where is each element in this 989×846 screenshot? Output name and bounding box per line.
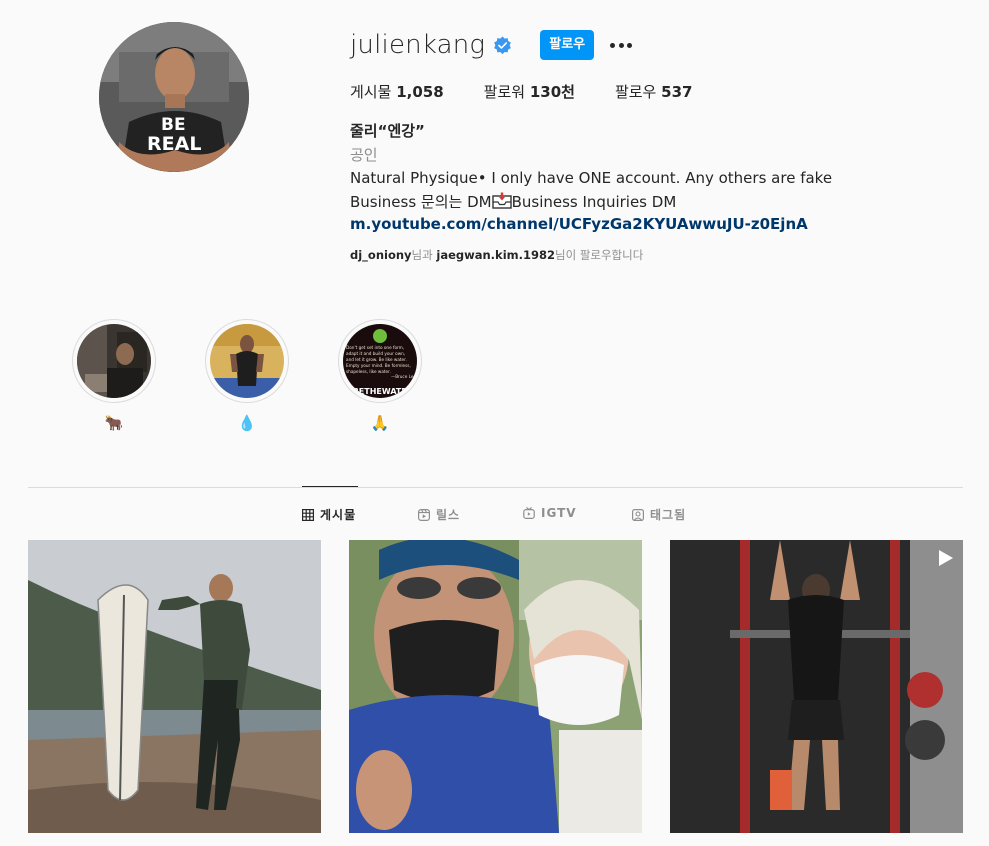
bio-line-2: Business 문의는 DM Business Inquiries DM xyxy=(350,192,970,213)
posts-stat-label: 게시물 xyxy=(350,83,392,101)
followed-by-mid: 님과 xyxy=(411,248,437,262)
highlight-cover-2 xyxy=(210,324,284,398)
followed-by-user-1[interactable]: dj_oniony xyxy=(350,248,412,262)
bio-website-link[interactable]: m.youtube.com/channel/UCFyzGa2KYUAwwuJU-… xyxy=(350,215,970,233)
tab-igtv-label: IGTV xyxy=(541,506,577,520)
reel-play-icon xyxy=(939,550,953,566)
followers-stat-label: 팔로워 xyxy=(483,83,526,101)
tab-posts-label: 게시물 xyxy=(320,508,357,522)
story-highlight-3[interactable]: Don't get set into one form, adapt it an… xyxy=(337,319,423,434)
quote-line-5: shapeless, like water. xyxy=(346,369,391,374)
tabs-divider xyxy=(28,487,963,488)
following-stat[interactable]: 팔로우 537 xyxy=(615,81,693,102)
title-row: julienkang 팔로우 xyxy=(350,26,970,64)
followers-stat[interactable]: 팔로워 130천 xyxy=(484,81,575,102)
igtv-icon xyxy=(523,507,535,519)
highlight-cover-3: Don't get set into one form, adapt it an… xyxy=(343,324,417,398)
post-thumbnail-1[interactable] xyxy=(28,540,321,833)
story-highlight-2[interactable]: 💧 xyxy=(204,319,290,434)
profile-avatar[interactable]: BE REAL xyxy=(99,22,249,172)
bio-line-2-english: Business Inquiries DM xyxy=(511,193,677,211)
followed-by-text[interactable]: dj_oniony님과 jaegwan.kim.1982님이 팔로우합니다 xyxy=(350,247,970,263)
more-options-icon[interactable] xyxy=(608,30,634,60)
tab-igtv[interactable]: IGTV xyxy=(523,506,577,520)
quote-hashtag: #BETHEWATER xyxy=(346,387,413,396)
following-stat-label: 팔로우 xyxy=(614,83,657,101)
active-tab-indicator xyxy=(302,486,358,487)
highlight-label-3: 🙏 xyxy=(370,414,390,432)
posts-stat: 게시물 1,058 xyxy=(350,81,444,102)
highlight-ring xyxy=(205,319,289,403)
highlight-cover-1 xyxy=(77,324,151,398)
reels-icon xyxy=(418,508,430,521)
profile-info: julienkang 팔로우 게시물 1,058 팔로워 130천 팔로우 53… xyxy=(350,26,970,263)
bio-line-2-korean: Business 문의는 DM xyxy=(350,193,492,211)
tab-reels[interactable]: 릴스 xyxy=(418,506,460,523)
followed-by-tail: 님이 팔로우합니다 xyxy=(555,248,644,262)
inbox-tray-icon xyxy=(491,192,512,209)
tab-reels-label: 릴스 xyxy=(436,508,461,522)
stats-row: 게시물 1,058 팔로워 130천 팔로우 537 xyxy=(350,81,970,102)
avatar-shirt-text-2: REAL xyxy=(147,133,201,155)
tab-posts[interactable]: 게시물 xyxy=(302,506,356,523)
tab-tagged[interactable]: 태그됨 xyxy=(632,506,686,523)
category-label: 공인 xyxy=(350,146,378,164)
username: julienkang xyxy=(350,30,486,60)
full-name: 줄리“엔강” xyxy=(350,122,425,140)
bio-line-1: Natural Physique• I only have ONE accoun… xyxy=(350,169,833,187)
post-thumbnail-3[interactable] xyxy=(670,540,963,833)
following-stat-value: 537 xyxy=(661,83,693,101)
grid-icon xyxy=(302,508,314,521)
posts-stat-value: 1,058 xyxy=(396,83,444,101)
story-highlight-1[interactable]: 🐂 xyxy=(71,319,157,434)
highlight-ring xyxy=(72,319,156,403)
tagged-icon xyxy=(632,508,644,521)
quote-line-3: and let it grow. Be like water. xyxy=(346,357,407,362)
verified-badge-icon xyxy=(494,35,512,54)
follow-button[interactable]: 팔로우 xyxy=(540,30,595,60)
quote-line-2: adapt it and build your own, xyxy=(346,351,405,356)
quote-line-4: Empty your mind. Be formless, xyxy=(346,363,411,368)
quote-line-1: Don't get set into one form, xyxy=(346,345,404,350)
followed-by-user-2[interactable]: jaegwan.kim.1982 xyxy=(436,248,555,262)
highlight-label-2: 💧 xyxy=(237,414,257,432)
followers-stat-value: 130천 xyxy=(529,83,575,101)
quote-author: —Bruce Lee xyxy=(391,374,416,379)
tab-tagged-label: 태그됨 xyxy=(650,508,687,522)
post-thumbnail-2[interactable] xyxy=(349,540,642,833)
avatar-shirt-text-1: BE xyxy=(161,115,186,135)
profile-page: BE REAL julienkang 팔로우 게시물 1,058 팔로워 130… xyxy=(0,0,989,846)
highlight-ring: Don't get set into one form, adapt it an… xyxy=(338,319,422,403)
highlight-label-1: 🐂 xyxy=(104,414,124,432)
